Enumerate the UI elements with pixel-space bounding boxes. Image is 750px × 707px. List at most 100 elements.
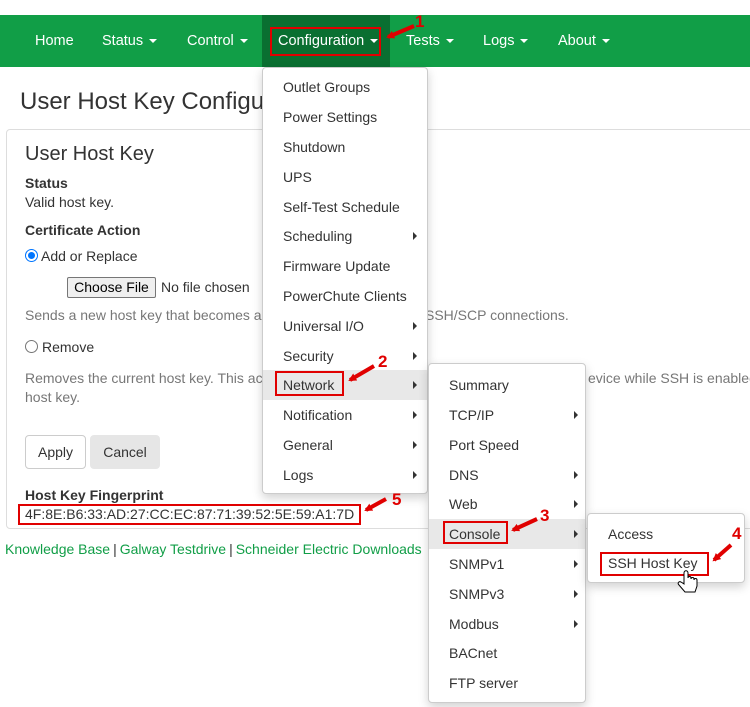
add-help-text-end: SSH/SCP connections. bbox=[425, 307, 569, 323]
remove-help-text-line2: host key. bbox=[25, 389, 80, 405]
chevron-right-icon bbox=[413, 411, 417, 419]
cancel-button[interactable]: Cancel bbox=[90, 435, 160, 469]
menu-item-label: Port Speed bbox=[449, 437, 520, 453]
menu-item-general[interactable]: General bbox=[263, 430, 427, 460]
chevron-down-icon bbox=[601, 39, 610, 44]
menu-item-label: BACnet bbox=[449, 645, 498, 661]
menu-item-label: Firmware Update bbox=[283, 258, 391, 274]
menu-item-port-speed[interactable]: Port Speed bbox=[429, 430, 585, 460]
nav-control-label: Control bbox=[187, 33, 234, 49]
chevron-right-icon bbox=[574, 411, 578, 419]
chevron-down-icon bbox=[370, 39, 379, 44]
menu-item-security[interactable]: Security bbox=[263, 341, 427, 371]
chevron-right-icon bbox=[574, 471, 578, 479]
menu-item-power-settings[interactable]: Power Settings bbox=[263, 102, 427, 132]
menu-item-universal-io[interactable]: Universal I/O bbox=[263, 311, 427, 341]
menu-item-label: UPS bbox=[283, 169, 312, 185]
footer-separator: | bbox=[113, 541, 117, 557]
nav-logs-label: Logs bbox=[483, 33, 515, 49]
nav-tests[interactable]: Tests bbox=[390, 15, 468, 67]
menu-item-snmpv1[interactable]: SNMPv1 bbox=[429, 549, 585, 579]
footer-link-downloads[interactable]: Schneider Electric Downloads bbox=[236, 541, 422, 557]
nav-logs[interactable]: Logs bbox=[468, 15, 543, 67]
menu-item-label: TCP/IP bbox=[449, 407, 495, 423]
page-title: User Host Key Configu bbox=[20, 88, 265, 115]
main-navbar: Home Status Control Configuration Tests … bbox=[0, 15, 750, 67]
add-replace-radio[interactable] bbox=[25, 249, 38, 262]
menu-item-bacnet[interactable]: BACnet bbox=[429, 638, 585, 668]
menu-item-ftp-server[interactable]: FTP server bbox=[429, 668, 585, 698]
menu-item-label: FTP server bbox=[449, 675, 518, 691]
add-help-text: Sends a new host key that becomes ac bbox=[25, 307, 269, 323]
chevron-right-icon bbox=[574, 530, 578, 538]
menu-item-ups[interactable]: UPS bbox=[263, 162, 427, 192]
menu-item-label: Console bbox=[449, 526, 501, 542]
fingerprint-label: Host Key Fingerprint bbox=[25, 487, 164, 503]
menu-item-modbus[interactable]: Modbus bbox=[429, 609, 585, 639]
menu-item-label: SNMPv3 bbox=[449, 586, 505, 602]
choose-file-button[interactable]: Choose File bbox=[67, 277, 156, 298]
menu-item-summary[interactable]: Summary bbox=[429, 370, 585, 400]
no-file-text: No file chosen bbox=[161, 279, 250, 295]
menu-item-firmware-update[interactable]: Firmware Update bbox=[263, 251, 427, 281]
menu-item-logs[interactable]: Logs bbox=[263, 460, 427, 490]
menu-item-notification[interactable]: Notification bbox=[263, 400, 427, 430]
footer-link-galway-testdrive[interactable]: Galway Testdrive bbox=[120, 541, 226, 557]
menu-item-web[interactable]: Web bbox=[429, 489, 585, 519]
menu-item-label: Access bbox=[608, 526, 654, 542]
menu-item-shutdown[interactable]: Shutdown bbox=[263, 132, 427, 162]
remove-help-text: Removes the current host key. This ac bbox=[25, 370, 263, 386]
nav-tests-label: Tests bbox=[406, 33, 440, 49]
apply-button[interactable]: Apply bbox=[25, 435, 86, 469]
chevron-right-icon bbox=[413, 471, 417, 479]
step-number-4: 4 bbox=[732, 524, 742, 543]
menu-item-label: Outlet Groups bbox=[283, 79, 371, 95]
remove-radio[interactable] bbox=[25, 340, 38, 353]
menu-item-self-test-schedule[interactable]: Self-Test Schedule bbox=[263, 192, 427, 222]
menu-item-label: SNMPv1 bbox=[449, 556, 505, 572]
menu-item-ssh-host-key[interactable]: SSH Host Key bbox=[588, 548, 744, 578]
chevron-down-icon bbox=[149, 39, 158, 44]
chevron-down-icon bbox=[239, 39, 248, 44]
chevron-right-icon bbox=[413, 381, 417, 389]
menu-item-outlet-groups[interactable]: Outlet Groups bbox=[263, 72, 427, 102]
chevron-down-icon bbox=[520, 39, 529, 44]
menu-item-access[interactable]: Access bbox=[588, 519, 744, 549]
menu-item-dns[interactable]: DNS bbox=[429, 460, 585, 490]
menu-item-label: General bbox=[283, 437, 333, 453]
nav-home[interactable]: Home bbox=[20, 15, 87, 67]
menu-item-label: Logs bbox=[283, 467, 314, 483]
menu-item-network[interactable]: Network bbox=[263, 370, 427, 400]
menu-item-label: PowerChute Clients bbox=[283, 288, 407, 304]
menu-item-snmpv3[interactable]: SNMPv3 bbox=[429, 579, 585, 609]
menu-item-console[interactable]: Console bbox=[429, 519, 585, 549]
remove-help-text-end: evice while SSH is enabled bbox=[588, 370, 750, 386]
menu-item-scheduling[interactable]: Scheduling bbox=[263, 221, 427, 251]
footer-link-knowledge-base[interactable]: Knowledge Base bbox=[5, 541, 110, 557]
chevron-right-icon bbox=[574, 500, 578, 508]
menu-item-powerchute-clients[interactable]: PowerChute Clients bbox=[263, 281, 427, 311]
nav-configuration[interactable]: Configuration bbox=[262, 15, 390, 67]
step-number-2: 2 bbox=[378, 352, 388, 371]
nav-control[interactable]: Control bbox=[171, 15, 262, 67]
nav-status[interactable]: Status bbox=[87, 15, 171, 67]
menu-item-label: Shutdown bbox=[283, 139, 346, 155]
menu-item-label: Power Settings bbox=[283, 109, 378, 125]
nav-status-label: Status bbox=[102, 33, 144, 49]
menu-item-label: Notification bbox=[283, 407, 353, 423]
step-number-5: 5 bbox=[392, 490, 402, 509]
menu-item-label: Summary bbox=[449, 377, 509, 393]
menu-item-label: Scheduling bbox=[283, 228, 353, 244]
remove-label: Remove bbox=[42, 339, 95, 355]
nav-about[interactable]: About bbox=[543, 15, 628, 67]
menu-item-label: Network bbox=[283, 377, 335, 393]
nav-about-label: About bbox=[558, 33, 596, 49]
footer-links: Knowledge Base | Galway Testdrive | Schneide… bbox=[5, 541, 422, 557]
console-submenu: Access SSH Host Key bbox=[587, 513, 745, 583]
menu-item-tcpip[interactable]: TCP/IP bbox=[429, 400, 585, 430]
menu-item-label: Self-Test Schedule bbox=[283, 199, 400, 215]
chevron-right-icon bbox=[574, 590, 578, 598]
menu-item-label: Web bbox=[449, 496, 478, 512]
chevron-right-icon bbox=[413, 352, 417, 360]
menu-item-label: DNS bbox=[449, 467, 479, 483]
